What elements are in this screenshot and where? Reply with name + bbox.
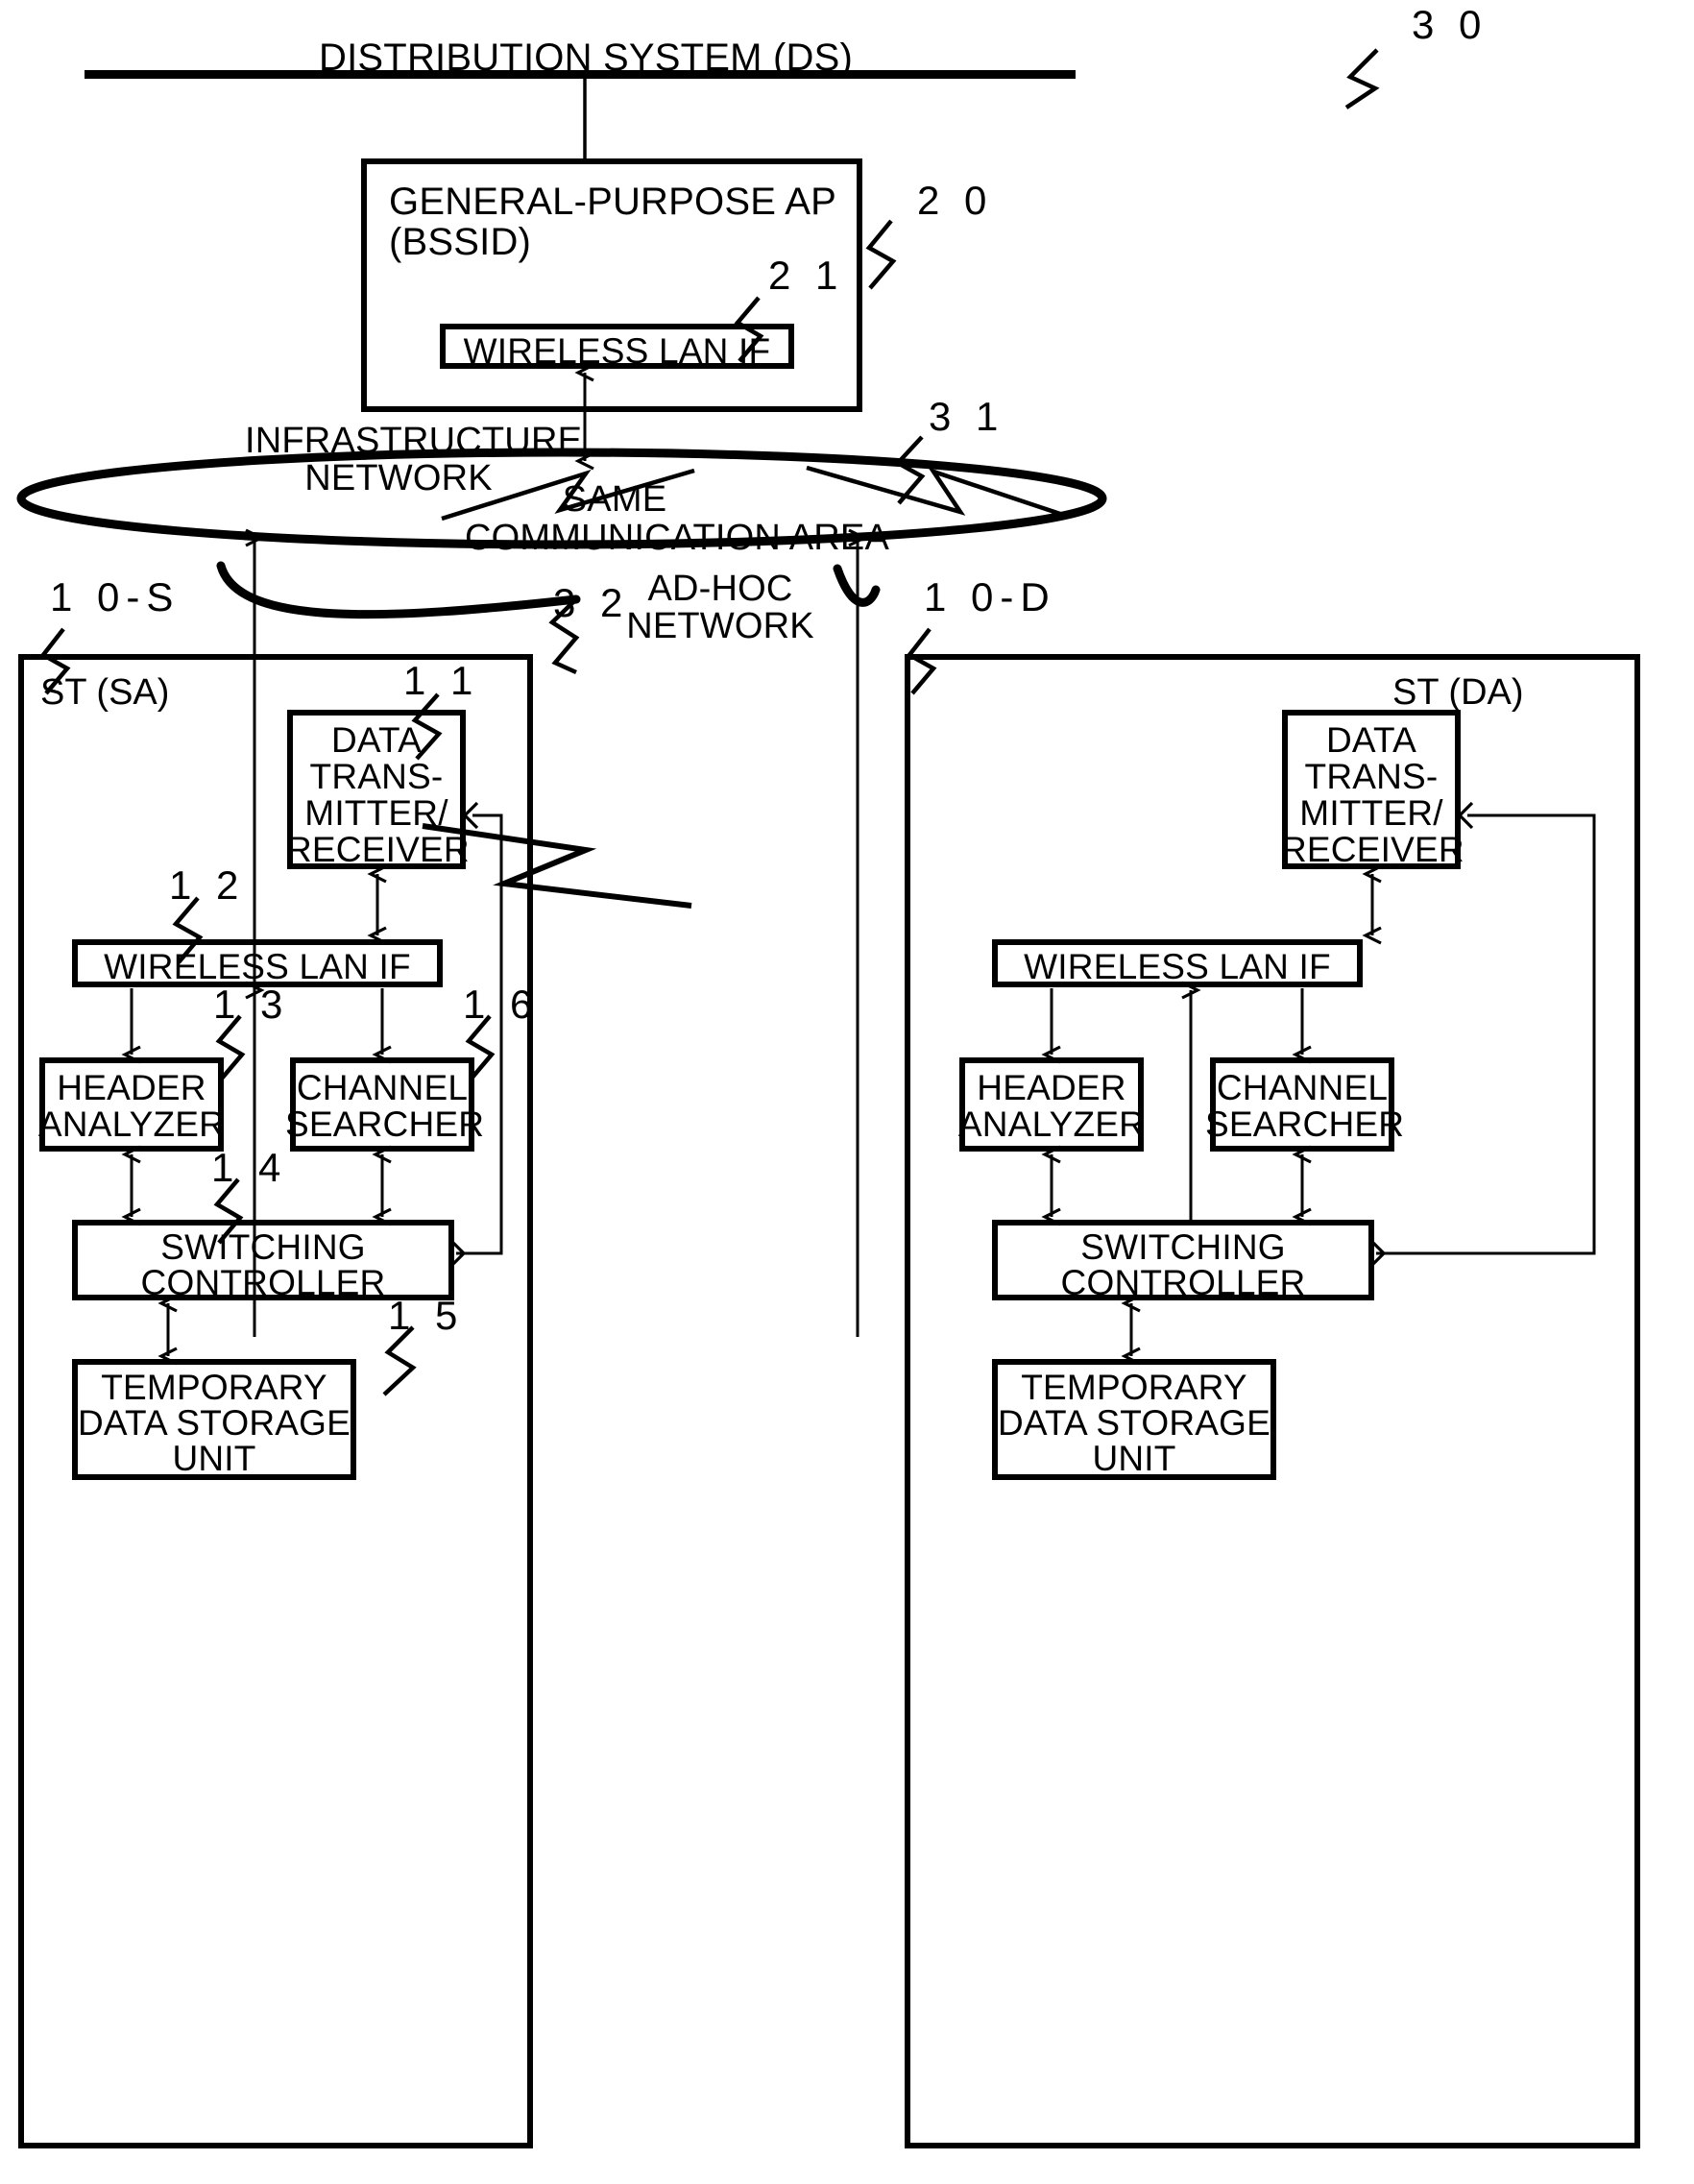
patent-figure: DISTRIBUTION SYSTEM (DS) 3 0 GENERAL-PUR… [0,0,1694,2184]
adhoc-network-arc-left [216,561,581,619]
ref-13: 1 3 [213,982,290,1027]
source-storage-line1: TEMPORARY [101,1368,327,1407]
source-header-line2: ANALYZER [37,1104,226,1144]
ref-20: 2 0 [917,178,994,223]
source-dtr-line1: DATA [331,720,422,760]
dest-storage-line2: DATA STORAGE [997,1403,1271,1443]
distribution-system-label: DISTRIBUTION SYSTEM (DS) [319,36,853,79]
dest-dtr-line3: MITTER/ [1299,793,1443,833]
ref-12: 1 2 [169,862,246,908]
dest-header-line1: HEADER [977,1068,1126,1107]
ref-10-D: 1 0-D [924,574,1056,619]
source-feedback-path [456,813,503,1255]
ref-32: 3 2 [553,580,630,625]
source-header-line1: HEADER [57,1068,206,1107]
dest-dtr-line4: RECEIVER [1281,830,1464,869]
ref-leader-10D [906,627,937,695]
dest-dtr-line1: DATA [1326,720,1416,760]
same-area-line1: SAME [562,479,667,520]
source-channel-line1: CHANNEL [296,1068,469,1107]
ref-10-S: 1 0-S [50,574,181,619]
source-switching-line1: SWITCHING [160,1227,366,1267]
ref-15: 1 5 [388,1293,465,1338]
source-dtr-line4: RECEIVER [286,830,470,869]
ap-wireless-lan-if-label: WIRELESS LAN IF [463,331,771,371]
ref-31: 3 1 [929,394,1005,439]
station-source-name: ST (SA) [40,672,170,713]
ref-14: 1 4 [211,1145,288,1190]
dest-switching-line2: CONTROLLER [1060,1263,1306,1302]
diagram-vector-layer [16,48,1640,2148]
infrastructure-network-line2: NETWORK [304,458,493,498]
ref-21: 2 1 [768,253,845,298]
ref-16: 1 6 [463,982,540,1027]
ref-30: 3 0 [1412,2,1488,47]
source-dtr-line2: TRANS- [309,757,444,796]
dest-feedback-path [1376,813,1596,1255]
ap-title-line1: GENERAL-PURPOSE AP [389,181,836,223]
source-storage-line3: UNIT [172,1439,256,1478]
dest-wlanif-label: WIRELESS LAN IF [1024,947,1331,986]
same-area-line2: COMMUNICATION AREA [464,518,890,558]
dest-storage-line1: TEMPORARY [1021,1368,1247,1407]
source-channel-line2: SEARCHER [285,1104,485,1144]
source-storage-line2: DATA STORAGE [77,1403,351,1443]
dest-switching-line1: SWITCHING [1080,1227,1286,1267]
ref-11: 1 1 [403,658,480,703]
dest-header-line2: ANALYZER [957,1104,1146,1144]
ref-leader-30 [1344,48,1380,109]
station-dest-name: ST (DA) [1392,672,1524,713]
dest-channel-line2: SEARCHER [1205,1104,1405,1144]
dest-dtr-line2: TRANS- [1304,757,1439,796]
dest-channel-line1: CHANNEL [1216,1068,1389,1107]
infrastructure-network-line1: INFRASTRUCTURE [245,421,583,461]
dest-storage-line3: UNIT [1092,1439,1176,1478]
source-dtr-line3: MITTER/ [304,793,448,833]
